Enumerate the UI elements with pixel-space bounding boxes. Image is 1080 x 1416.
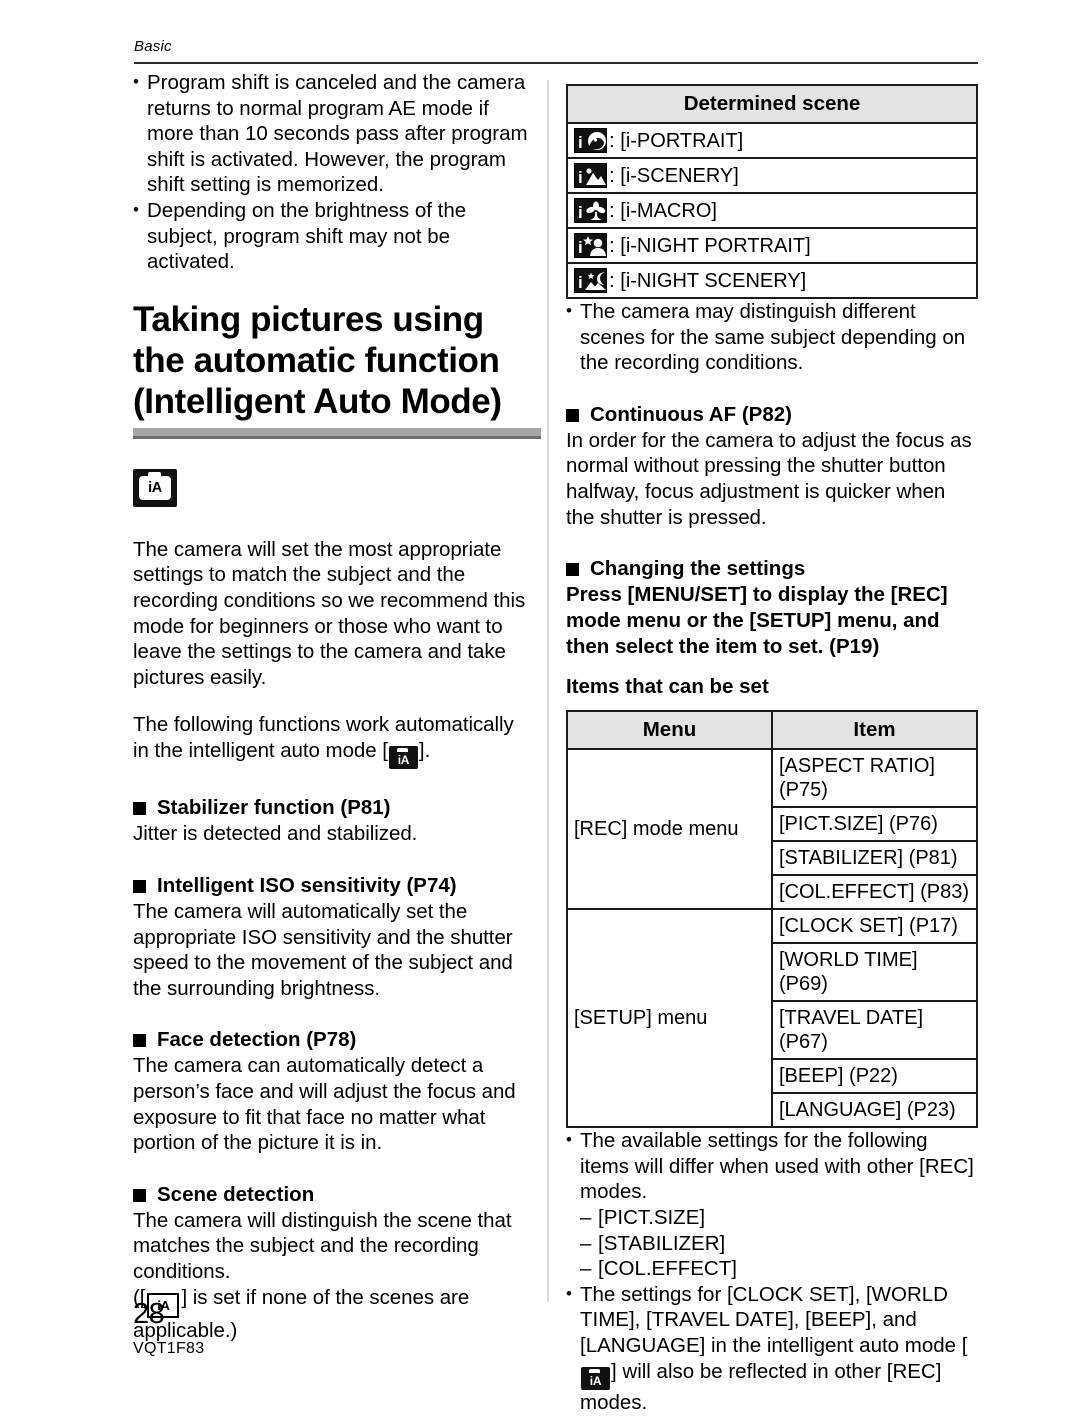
table-row: i : [i-PORTRAIT] [566,122,978,159]
intro-paragraph: The camera will set the most appropriate… [133,537,526,689]
scene-label: [i-PORTRAIT] [620,130,744,152]
page-number: 28 [133,1298,165,1330]
list-item: The camera may distinguish different sce… [566,298,978,376]
scene-detection-note: ([iA] is set if none of the scenes are a… [133,1285,533,1344]
menu-item: [PICT.SIZE] (P76) [771,806,978,843]
reflected-text-before: The settings for [CLOCK SET], [WORLD TIM… [580,1282,968,1357]
list-item: Program shift is canceled and the camera… [133,69,533,198]
ia-badge-label: iA [148,479,162,496]
scene-detection-body: The camera will distinguish the scene th… [133,1208,512,1283]
menu-group-rec: [REC] mode menu [566,748,773,911]
differing-items-list: [PICT.SIZE] [STABILIZER] [COL.EFFECT] [566,1205,978,1282]
table-row: i : [i-MACRO] [566,192,978,229]
menu-item: [COL.EFFECT] (P83) [771,874,978,911]
scene-label: [i-SCENERY] [620,165,739,187]
i-scenery-icon: i [574,163,607,188]
scene-label: [i-NIGHT PORTRAIT] [620,235,811,257]
menu-column-header: Menu [566,710,773,751]
svg-text:i: i [578,273,583,292]
stabilizer-body: Jitter is detected and stabilized. [133,822,418,846]
item-column-header: Item [771,710,978,751]
i-night-scenery-icon: i [574,268,607,293]
column-divider [547,80,549,1302]
i-portrait-icon: i [574,128,607,153]
menu-item: [CLOCK SET] (P17) [771,908,978,945]
subheading-changing-settings: Changing the settings [566,556,978,582]
table-row: i : [i-NIGHT SCENERY] [566,262,978,299]
document-code: VQT1F83 [133,1340,205,1357]
list-item: [STABILIZER] [580,1231,978,1257]
scene-label: [i-NIGHT SCENERY] [620,270,807,292]
manual-page: Basic Program shift is canceled and the … [0,0,1080,1414]
scene-note-after: ] is set if none of the scenes are appli… [133,1285,470,1342]
svg-text:i: i [578,203,583,222]
i-night-portrait-icon: i [574,233,607,258]
menu-item: [TRAVEL DATE] (P67) [771,1000,978,1061]
bottom-bullet-list: The available settings for the following… [566,1127,978,1205]
intelligent-iso-body: The camera will automatically set the ap… [133,900,513,1000]
page-title: Taking pictures using the automatic func… [133,299,502,421]
ia-inline-icon: iA [388,746,418,770]
scene-note-bullet-list: The camera may distinguish different sce… [566,298,978,376]
section-heading-bar [133,427,541,439]
menu-item: [STABILIZER] (P81) [771,840,978,877]
menu-item: [ASPECT RATIO] (P75) [771,748,978,809]
running-header: Basic [134,38,172,55]
table-row: i : [i-NIGHT PORTRAIT] [566,227,978,264]
i-macro-icon: i [574,198,607,223]
list-item: Depending on the brightness of the subje… [133,197,533,275]
list-item: The settings for [CLOCK SET], [WORLD TIM… [566,1281,978,1416]
scene-label: [i-MACRO] [620,200,717,222]
table-row: [SETUP] menu [CLOCK SET] (P17) [566,908,978,1129]
svg-text:i: i [578,133,583,152]
table-row: i : [i-SCENERY] [566,157,978,194]
reflected-text-after: ] will also be reflected in other [REC] … [580,1359,942,1415]
intelligent-auto-mode-icon: iA [133,468,177,507]
auto-functions-paragraph: The following functions work automatical… [133,712,533,770]
menu-group-setup: [SETUP] menu [566,908,773,1129]
determined-scene-table: Determined scene i : [i-PORTRAIT] i: [i… [566,84,978,299]
table-header-row: Menu Item [566,710,978,751]
continuous-af-body: In order for the camera to adjust the fo… [566,428,972,529]
ia-inline-icon: iA [581,1367,610,1390]
subheading-stabilizer: Stabilizer function (P81) [133,795,533,821]
subheading-face-detection: Face detection (P78) [133,1027,533,1053]
list-item: [PICT.SIZE] [580,1205,978,1231]
subheading-scene-detection: Scene detection [133,1182,533,1208]
svg-text:i: i [578,238,583,257]
list-item: [COL.EFFECT] [580,1256,978,1282]
reflected-settings-bullet-list: The settings for [CLOCK SET], [WORLD TIM… [566,1281,978,1416]
row-separator: : [609,129,615,152]
auto-functions-text-after: ]. [418,738,431,762]
subheading-intelligent-iso: Intelligent ISO sensitivity (P74) [133,873,533,899]
menu-items-table: Menu Item [REC] mode menu [ASPECT RATIO]… [566,710,978,1129]
row-separator: : [609,269,615,292]
header-rule [134,62,978,64]
menu-item: [WORLD TIME] (P69) [771,942,978,1003]
face-detection-body: The camera can automatically detect a pe… [133,1054,516,1155]
table-row: [REC] mode menu [ASPECT RATIO] (P75) [566,748,978,911]
intro-bullet-list: Program shift is canceled and the camera… [133,69,533,275]
determined-scene-header: Determined scene [566,84,978,124]
row-separator: : [609,199,615,222]
table-header-row: Determined scene [566,84,978,124]
right-column: Determined scene i : [i-PORTRAIT] i: [i… [566,84,978,1416]
menu-item: [LANGUAGE] (P23) [771,1092,978,1129]
auto-functions-text-before: The following functions work automatical… [133,713,514,762]
subheading-continuous-af: Continuous AF (P82) [566,402,978,428]
svg-text:i: i [578,168,583,187]
left-column: Program shift is canceled and the camera… [133,69,541,1344]
row-separator: : [609,164,615,187]
menu-item: [BEEP] (P22) [771,1058,978,1095]
changing-settings-body: Press [MENU/SET] to display the [REC] mo… [566,583,948,659]
items-that-can-be-set-label: Items that can be set [566,675,769,699]
list-item: The available settings for the following… [566,1127,978,1205]
row-separator: : [609,234,615,257]
